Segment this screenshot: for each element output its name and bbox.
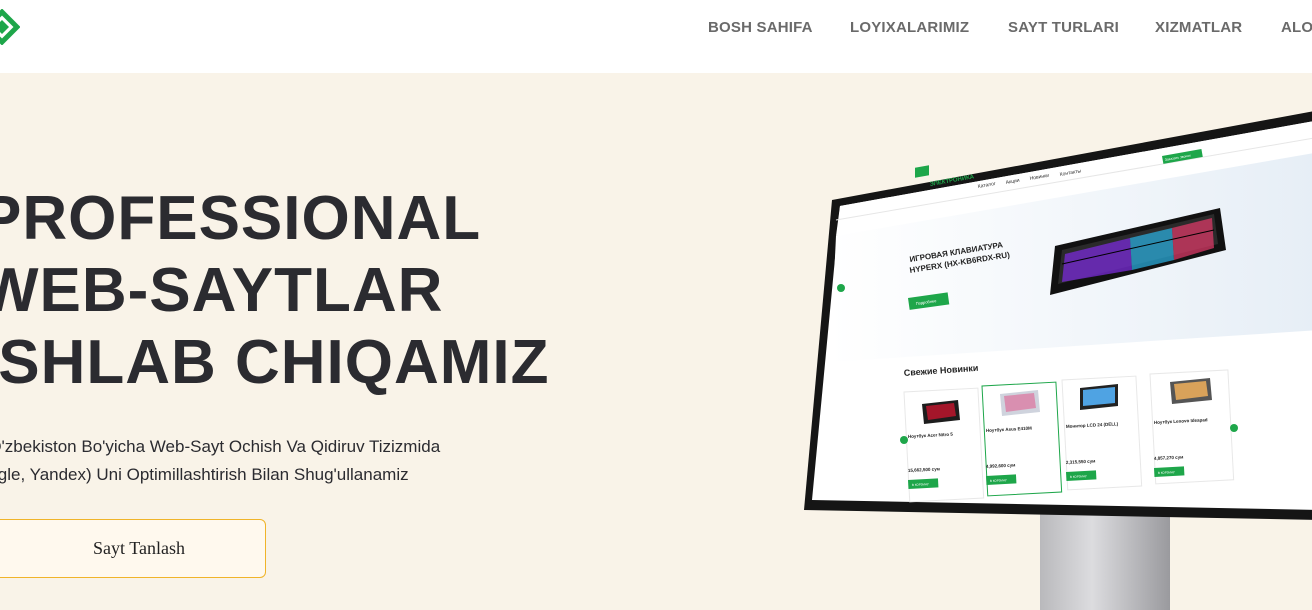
nav-loyixalarimiz[interactable]: LOYIXALARIMIZ (850, 19, 969, 36)
headline-line-2: WEB-SAYTLAR (0, 256, 444, 325)
nav-bosh-sahifa[interactable]: BOSH SAHIFA (708, 19, 813, 36)
monitor-mockup-image: ЭЛЕКТРОНИКА Каталог Акции Новинки Контак… (804, 111, 1312, 520)
nav-xizmatlar[interactable]: XIZMATLAR (1155, 19, 1242, 36)
nav-sayt-turlari[interactable]: SAYT TURLARI (1008, 19, 1119, 36)
hero-subtitle: Biz O'zbekiston Bo'yicha Web-Sayt Ochish… (0, 433, 560, 489)
main-nav: BOSH SAHIFA LOYIXALARIMIZ SAYT TURLARI X… (0, 19, 1312, 39)
subtitle-line-1: Biz O'zbekiston Bo'yicha Web-Sayt Ochish… (0, 437, 441, 456)
headline-line-3: ISHLAB CHIQAMIZ (0, 328, 550, 397)
hero-headline: PROFESSIONAL WEB-SAYTLAR ISHLAB CHIQAMIZ (0, 183, 660, 399)
sayt-tanlash-button[interactable]: Sayt Tanlash (0, 519, 266, 578)
nav-aloqa[interactable]: ALO (1281, 19, 1312, 36)
headline-line-1: PROFESSIONAL (0, 184, 482, 253)
subtitle-line-2: (Google, Yandex) Uni Optimillashtirish B… (0, 465, 409, 484)
